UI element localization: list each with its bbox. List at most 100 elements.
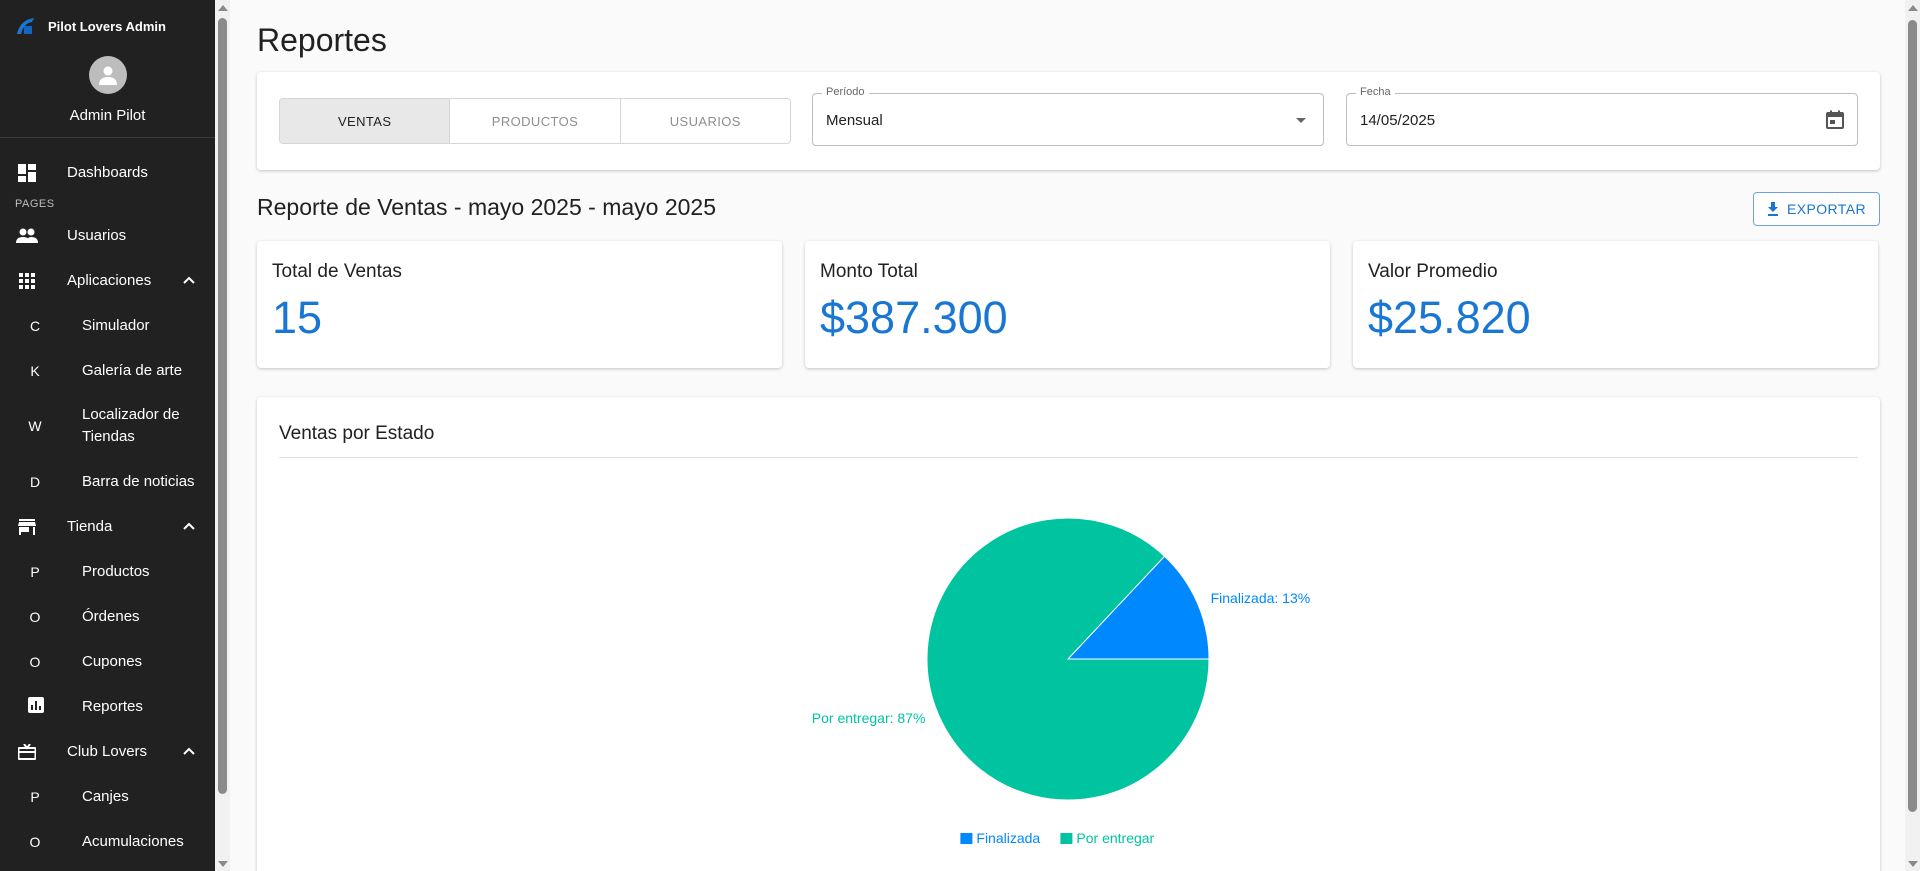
calendar-icon[interactable] xyxy=(1825,110,1845,130)
pie-slice-label: Finalizada: 13% xyxy=(1211,590,1311,606)
sidebar-item-acumulaciones[interactable]: O Acumulaciones xyxy=(0,819,215,864)
scroll-down-arrow-icon[interactable] xyxy=(218,861,228,867)
fecha-field[interactable]: Fecha 14/05/2025 xyxy=(1346,86,1858,146)
stat-value: $25.820 xyxy=(1368,292,1531,343)
sidebar-item-cupones[interactable]: O Cupones xyxy=(0,639,215,684)
sidebar-item-barra-noticias[interactable]: D Barra de noticias xyxy=(0,459,215,504)
export-label: EXPORTAR xyxy=(1787,201,1866,217)
legend-label[interactable]: Finalizada xyxy=(976,830,1040,846)
sidebar-item-label: Usuarios xyxy=(67,227,127,244)
dropdown-arrow-icon xyxy=(1296,118,1306,123)
sidebar-item-letter: O xyxy=(29,608,41,625)
periodo-value: Mensual xyxy=(826,112,883,129)
page-title: Reportes xyxy=(257,22,387,58)
periodo-label: Período xyxy=(822,86,869,98)
legend-label[interactable]: Por entregar xyxy=(1076,830,1154,846)
sidebar-item-label: Club Lovers xyxy=(67,743,148,760)
sidebar-item-letter: C xyxy=(29,317,41,334)
chart-card: Ventas por Estado Finalizada: 13% Por ent… xyxy=(257,397,1880,871)
sidebar-item-label: Acumulaciones xyxy=(82,833,184,850)
sidebar: Pilot Lovers Admin Admin Pilot Dashboard… xyxy=(0,0,215,871)
sidebar-item-label: Tienda xyxy=(67,518,113,535)
stat-label: Total de Ventas xyxy=(272,261,402,282)
sidebar-item-letter: D xyxy=(29,473,41,490)
stat-card-total-ventas: Total de Ventas 15 xyxy=(257,241,782,368)
sidebar-item-label: Cupones xyxy=(82,653,143,670)
sidebar-item-dashboards[interactable]: Dashboards xyxy=(0,150,215,195)
tab-productos[interactable]: PRODUCTOS xyxy=(450,99,621,143)
bar-chart-icon xyxy=(28,697,44,716)
export-button[interactable]: EXPORTAR xyxy=(1753,192,1880,226)
chevron-up-icon[interactable] xyxy=(181,743,197,759)
user-name: Admin Pilot xyxy=(69,107,146,124)
sidebar-item-label: Productos xyxy=(82,563,150,580)
sidebar-item-productos[interactable]: P Productos xyxy=(0,549,215,594)
main-scroll-thumb[interactable] xyxy=(1908,20,1917,812)
avatar[interactable] xyxy=(88,56,127,94)
sidebar-item-ordenes[interactable]: O Órdenes xyxy=(0,594,215,639)
stat-card-valor-promedio: Valor Promedio $25.820 xyxy=(1353,241,1878,368)
app-title: Pilot Lovers Admin xyxy=(48,18,166,34)
sidebar-item-letter: W xyxy=(28,418,42,434)
stat-value: $387.300 xyxy=(820,292,1008,343)
sidebar-item-canjes[interactable]: P Canjes xyxy=(0,774,215,819)
gift-card-icon xyxy=(16,741,38,763)
store-icon xyxy=(16,516,38,538)
sidebar-item-letter: O xyxy=(29,653,41,670)
fecha-value: 14/05/2025 xyxy=(1360,112,1436,129)
sidebar-scroll-thumb[interactable] xyxy=(218,18,227,794)
sidebar-item-label: Localizador de Tiendas xyxy=(82,406,180,445)
report-type-tabs: VENTAS PRODUCTOS USUARIOS xyxy=(279,98,791,144)
sidebar-item-label: Órdenes xyxy=(82,608,140,625)
pie-chart: Finalizada: 13% Por entregar: 87% Finaliza… xyxy=(812,517,1311,846)
periodo-select[interactable]: Período Mensual xyxy=(812,86,1324,146)
main-scrollbar[interactable] xyxy=(1905,0,1920,871)
sidebar-item-label: Canjes xyxy=(82,788,129,805)
tab-usuarios[interactable]: USUARIOS xyxy=(621,99,790,143)
sidebar-item-label: Barra de noticias xyxy=(82,473,195,490)
chevron-up-icon[interactable] xyxy=(181,272,197,288)
scroll-up-arrow-icon[interactable] xyxy=(1908,5,1918,11)
scroll-up-arrow-icon[interactable] xyxy=(218,5,228,11)
sidebar-item-label: Dashboards xyxy=(67,164,148,181)
brand[interactable]: Pilot Lovers Admin xyxy=(0,0,215,52)
legend-swatch xyxy=(960,833,973,844)
sidebar-item-letter: P xyxy=(30,788,40,805)
sidebar-item-usuarios[interactable]: Usuarios xyxy=(0,213,215,258)
tab-ventas[interactable]: VENTAS xyxy=(280,99,451,143)
fecha-label: Fecha xyxy=(1356,86,1395,98)
sidebar-item-letter: P xyxy=(30,563,40,580)
apps-icon xyxy=(16,270,38,292)
sidebar-item-tienda[interactable]: Tienda xyxy=(0,504,215,549)
stat-value: 15 xyxy=(272,292,323,343)
download-icon xyxy=(1768,202,1779,216)
stat-label: Valor Promedio xyxy=(1368,261,1498,282)
sidebar-item-galeria[interactable]: K Galería de arte xyxy=(0,348,215,393)
scroll-down-arrow-icon[interactable] xyxy=(1908,861,1918,867)
logo-icon xyxy=(17,18,34,34)
main-content: Reportes VENTAS PRODUCTOS USUARIOS Perío… xyxy=(233,0,1903,871)
filter-card: VENTAS PRODUCTOS USUARIOS Período Mensua… xyxy=(257,72,1880,170)
person-icon xyxy=(98,66,117,85)
dashboard-icon xyxy=(16,162,38,184)
report-title: Reporte de Ventas - mayo 2025 - mayo 202… xyxy=(257,194,717,220)
chevron-up-icon[interactable] xyxy=(181,518,197,534)
sidebar-item-label: Galería de arte xyxy=(82,362,183,379)
legend-swatch xyxy=(1060,833,1073,844)
sidebar-item-club-lovers[interactable]: Club Lovers xyxy=(0,729,215,774)
sidebar-item-letter: O xyxy=(29,833,41,850)
sidebar-item-letter: K xyxy=(30,362,40,379)
stat-card-monto-total: Monto Total $387.300 xyxy=(805,241,1330,368)
sidebar-item-reportes[interactable]: Reportes xyxy=(0,684,215,729)
sidebar-item-simulador[interactable]: C Simulador xyxy=(0,303,215,348)
sidebar-item-label: Reportes xyxy=(82,698,143,715)
stat-label: Monto Total xyxy=(820,261,918,282)
sidebar-scrollbar[interactable] xyxy=(215,0,230,871)
pie-slice-label: Por entregar: 87% xyxy=(812,710,926,726)
section-label: PAGES xyxy=(15,198,55,210)
sidebar-item-localizador[interactable]: W Localizador de Tiendas xyxy=(0,393,215,459)
user-profile: Admin Pilot xyxy=(0,52,215,138)
sidebar-item-aplicaciones[interactable]: Aplicaciones xyxy=(0,258,215,303)
sidebar-item-label: Simulador xyxy=(82,317,150,334)
sidebar-item-label: Aplicaciones xyxy=(67,272,152,289)
